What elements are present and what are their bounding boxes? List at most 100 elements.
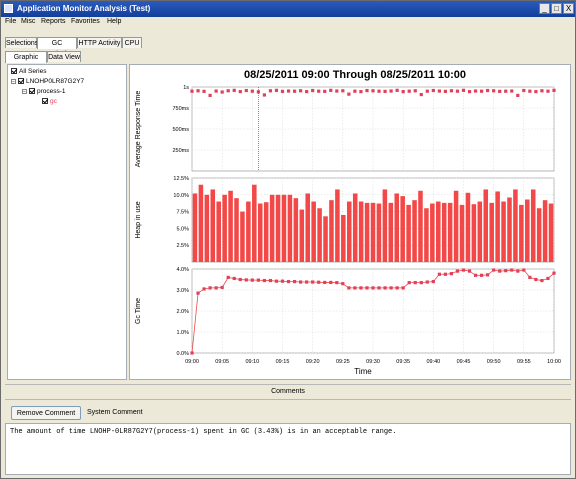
tab-data-view[interactable]: Data View (47, 51, 81, 62)
remove-comment-button[interactable]: Remove Comment (11, 406, 81, 420)
heap-bar (495, 191, 500, 262)
heap-bar (305, 193, 310, 262)
heap-bar (376, 203, 382, 262)
heap-bar (394, 193, 400, 262)
heap-bar (364, 202, 370, 262)
data-point (401, 286, 405, 290)
view-tabs: Graphic View Data View (5, 51, 205, 72)
tab-http-activity[interactable]: HTTP Activity (77, 37, 122, 48)
data-point (329, 280, 333, 285)
y-tick-label: 7.5% (176, 210, 189, 216)
close-button[interactable]: X (563, 3, 574, 14)
heap-bar (489, 202, 494, 262)
chart-panel-3: 4.0% 3.0% 2.0% 1.0% 0.0% Gc Time (135, 267, 556, 357)
data-point (413, 89, 417, 93)
tab-graphic-view[interactable]: Graphic View (5, 51, 47, 72)
data-point (341, 282, 345, 286)
data-point (407, 89, 411, 93)
data-point (311, 280, 315, 284)
checkbox-gc[interactable] (42, 98, 48, 105)
heap-bar (400, 196, 405, 262)
menu-bar: File Misc Reports Favorites Help (1, 17, 575, 29)
heap-bar (530, 189, 536, 262)
x-axis-label: Time (354, 367, 372, 376)
collapse-icon[interactable]: − (22, 88, 27, 94)
data-point (383, 286, 387, 290)
data-point (238, 90, 242, 94)
menu-reports[interactable]: Reports (41, 18, 66, 25)
tree-item-gc[interactable]: gc (42, 98, 57, 105)
data-point (232, 88, 236, 92)
data-point (528, 89, 532, 93)
heap-bar (352, 193, 358, 262)
checkbox-all-series[interactable] (11, 68, 17, 75)
heap-bar (216, 201, 221, 262)
heap-bar (287, 194, 293, 262)
data-point (220, 285, 224, 290)
tree-item-host[interactable]: − LNOHP0LR87G2Y7 (11, 78, 84, 85)
tree-label-host: LNOHP0LR87G2Y7 (26, 78, 85, 85)
x-tick-label: 09:45 (457, 359, 471, 365)
data-point (244, 88, 248, 93)
title-bar[interactable]: Application Monitor Analysis (Test) _ □ … (1, 1, 575, 17)
x-tick-label: 09:30 (366, 359, 380, 365)
data-point (341, 89, 345, 93)
tab-gc-analysis[interactable]: GC Analysis (37, 37, 77, 58)
heap-bar (281, 194, 287, 262)
tree-label-gc: gc (50, 98, 57, 105)
data-point (528, 275, 532, 279)
maximize-button[interactable]: □ (551, 3, 562, 14)
menu-file[interactable]: File (5, 18, 16, 25)
tree-item-process[interactable]: − process-1 (22, 88, 66, 95)
data-point (335, 281, 339, 285)
data-point (389, 89, 393, 93)
menu-help[interactable]: Help (107, 18, 121, 25)
data-point (395, 286, 399, 290)
heap-bar (234, 198, 239, 262)
data-point (347, 286, 351, 290)
tab-cpu[interactable]: CPU (122, 37, 142, 48)
data-point (425, 89, 429, 93)
heap-bar (471, 204, 477, 262)
data-point (480, 273, 484, 277)
tree-item-all-series[interactable]: All Series (11, 68, 46, 75)
data-point (280, 279, 285, 283)
data-point (317, 89, 321, 93)
heap-bar (293, 198, 299, 262)
chart-panel: 08/25/2011 09:00 Through 08/25/2011 10:0… (129, 64, 571, 380)
heap-bar (459, 204, 465, 262)
data-point (443, 89, 447, 93)
gc-chart: 08/25/2011 09:00 Through 08/25/2011 10:0… (135, 69, 561, 376)
data-point (437, 272, 441, 276)
data-point (226, 275, 230, 279)
heap-bar (204, 194, 210, 262)
chart-title: 08/25/2011 09:00 Through 08/25/2011 10:0… (244, 69, 466, 81)
data-point (292, 280, 297, 284)
x-tick-label: 10:00 (547, 359, 561, 365)
menu-misc[interactable]: Misc (21, 18, 35, 25)
minimize-button[interactable]: _ (539, 3, 550, 14)
data-point (522, 268, 526, 272)
collapse-icon[interactable]: − (11, 78, 16, 84)
data-point (359, 90, 363, 94)
data-point (202, 287, 206, 291)
tab-selections[interactable]: Selections (5, 37, 38, 48)
app-window: Application Monitor Analysis (Test) _ □ … (0, 0, 576, 479)
x-tick-label: 09:50 (487, 359, 501, 365)
heap-bar (263, 202, 269, 262)
chart-panel-1: 1s 750ms 500ms 250ms Average Response Time (135, 85, 556, 172)
comment-text[interactable]: The amount of time LNOHP-0LR87G2Y7(proce… (5, 423, 571, 475)
data-point (455, 269, 460, 273)
data-point (552, 88, 556, 92)
data-point (486, 88, 490, 93)
data-point (196, 291, 200, 295)
checkbox-host[interactable] (18, 78, 24, 85)
checkbox-process[interactable] (29, 88, 35, 95)
y-tick-label: 3.0% (176, 288, 189, 294)
heap-bar (412, 200, 417, 262)
y-axis-label: Average Response Time (135, 91, 142, 168)
menu-favorites[interactable]: Favorites (71, 18, 100, 25)
y-tick-label: 5.0% (176, 226, 189, 232)
heap-bar (430, 203, 435, 262)
data-point (190, 89, 194, 93)
